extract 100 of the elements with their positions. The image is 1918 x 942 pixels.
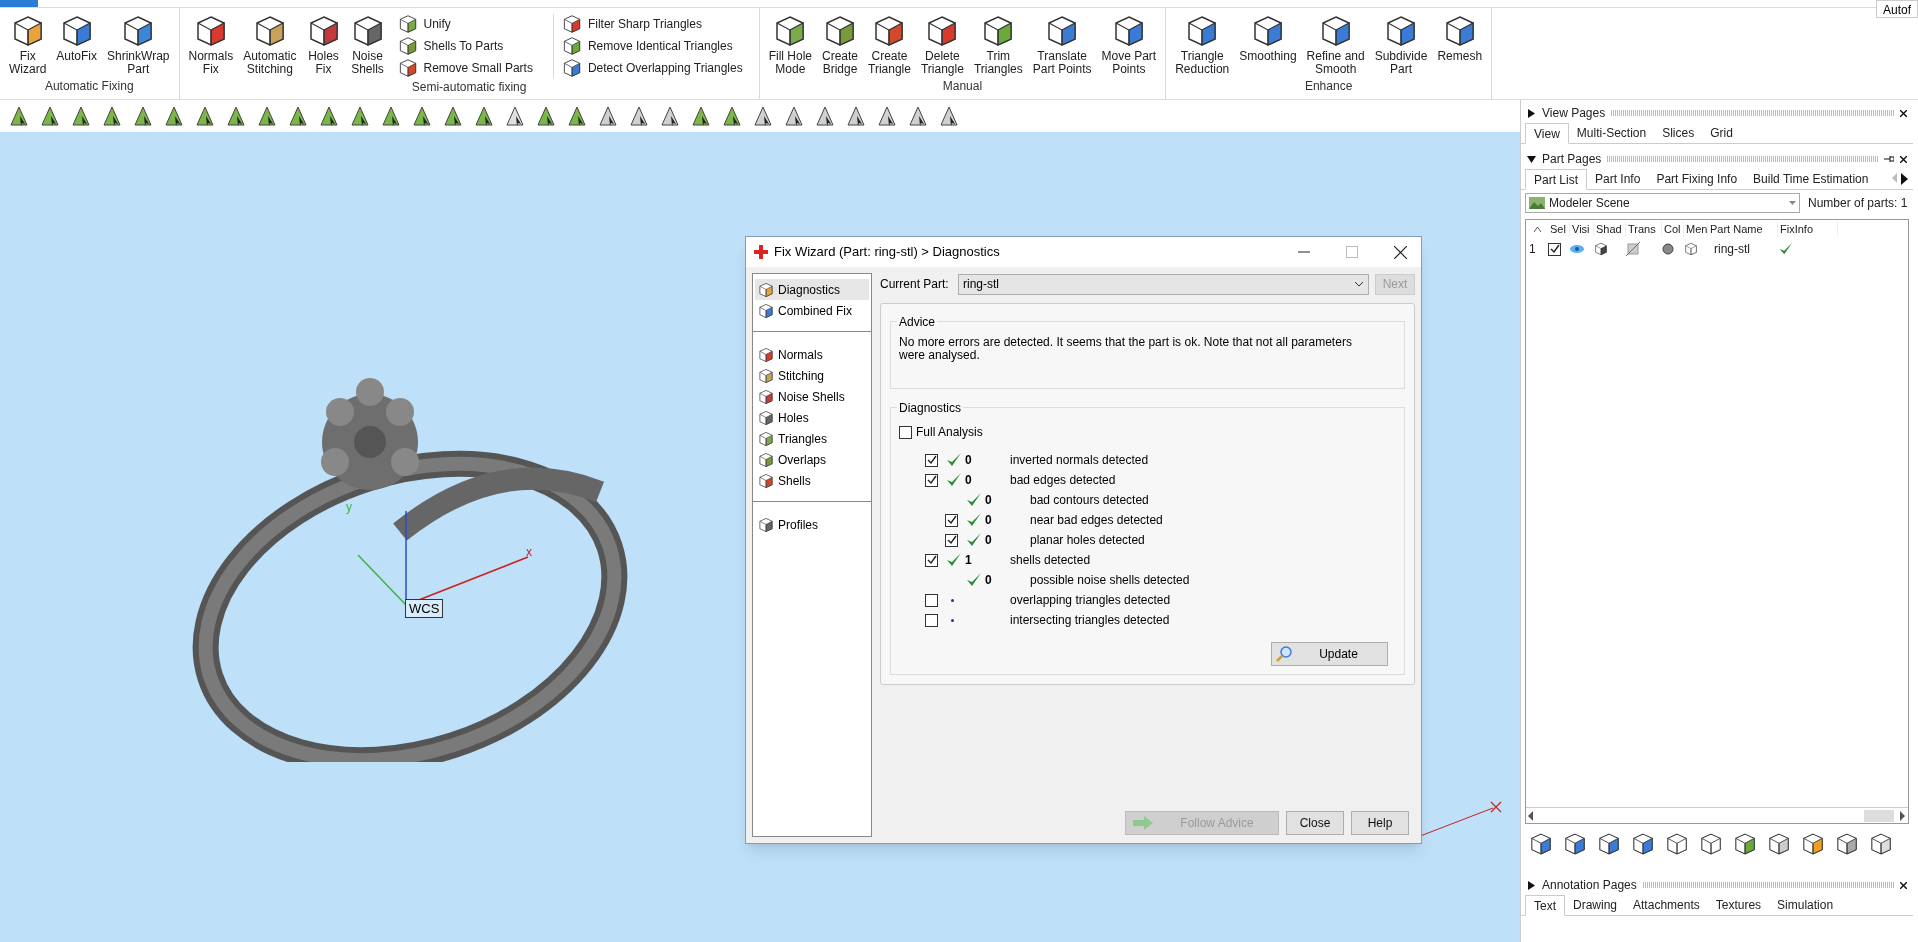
eye-icon[interactable] (1570, 244, 1584, 254)
ribbon-button[interactable]: Noise Shells (345, 14, 390, 76)
checkbox[interactable] (925, 453, 938, 467)
triangle-icon[interactable] (349, 105, 371, 127)
nav-item[interactable]: Normals (755, 344, 869, 365)
close-icon[interactable] (1900, 109, 1907, 117)
panel-tab[interactable]: Build Time Estimation (1745, 168, 1877, 189)
panel-header[interactable]: Annotation Pages (1521, 876, 1913, 894)
column-header[interactable]: Trans (1626, 220, 1662, 238)
triangle-icon[interactable] (8, 105, 30, 127)
column-header[interactable]: Sel (1548, 220, 1570, 238)
checkbox[interactable] (925, 473, 938, 487)
nav-item[interactable]: Overlaps (755, 449, 869, 470)
panel-tab[interactable]: Text (1525, 895, 1565, 916)
ribbon-button[interactable]: Create Bridge (817, 14, 864, 76)
triangle-icon[interactable] (132, 105, 154, 127)
ribbon-button[interactable]: Fill Hole Mode (763, 14, 817, 76)
panel-tab[interactable]: Part List (1525, 169, 1587, 190)
triangle-icon[interactable] (504, 105, 526, 127)
triangle-icon[interactable] (597, 105, 619, 127)
triangle-icon[interactable] (721, 105, 743, 127)
ribbon-button[interactable]: Delete Triangle (915, 14, 969, 76)
triangle-icon[interactable] (256, 105, 278, 127)
ribbon-button[interactable]: Move Part Points (1096, 14, 1162, 76)
panel-tab[interactable]: Grid (1702, 122, 1741, 143)
color-dot-icon[interactable] (1662, 243, 1674, 255)
panel-tab[interactable]: Slices (1654, 122, 1703, 143)
panel-tab[interactable]: Attachments (1625, 894, 1708, 915)
triangle-icon[interactable] (101, 105, 123, 127)
triangle-icon[interactable] (845, 105, 867, 127)
triangle-icon[interactable] (907, 105, 929, 127)
ribbon-button[interactable]: Holes Fix (301, 14, 346, 76)
column-header[interactable]: Col (1662, 220, 1684, 238)
checkbox[interactable] (899, 425, 912, 439)
nav-item[interactable]: Combined Fix (755, 300, 869, 321)
column-header[interactable]: Shad (1594, 220, 1626, 238)
ribbon-small-button[interactable]: Filter Sharp Triangles (561, 14, 743, 34)
panel-tab[interactable]: Drawing (1565, 894, 1626, 915)
checkbox[interactable] (925, 613, 938, 627)
triangle-icon[interactable] (876, 105, 898, 127)
ribbon-button[interactable]: Remesh (1432, 14, 1488, 63)
nav-item[interactable]: Diagnostics (755, 279, 869, 300)
transparency-icon[interactable] (1626, 242, 1640, 256)
triangle-icon[interactable] (411, 105, 433, 127)
panel-tab[interactable]: Textures (1707, 894, 1770, 915)
checkbox[interactable] (945, 513, 958, 527)
pin-icon[interactable] (1884, 155, 1894, 163)
column-header[interactable]: FixInfo (1778, 220, 1838, 238)
triangle-icon[interactable] (690, 105, 712, 127)
expander-icon[interactable] (1527, 108, 1536, 118)
triangle-icon[interactable] (659, 105, 681, 127)
ribbon-button[interactable]: Fix Wizard (4, 14, 52, 76)
ribbon-small-button[interactable]: Remove Small Parts (397, 58, 533, 78)
column-header[interactable]: Men (1684, 220, 1708, 238)
scene-dropdown[interactable]: Modeler Scene (1525, 193, 1800, 213)
expander-icon[interactable] (1527, 154, 1536, 164)
nav-item[interactable]: Noise Shells (755, 386, 869, 407)
panel-tab[interactable]: View (1525, 123, 1569, 144)
ribbon-button[interactable]: Trim Triangles (968, 14, 1028, 76)
ribbon-small-button[interactable]: Shells To Parts (397, 36, 533, 56)
triangle-icon[interactable] (287, 105, 309, 127)
nav-item[interactable]: Stitching (755, 365, 869, 386)
triangle-icon[interactable] (752, 105, 774, 127)
triangle-icon[interactable] (39, 105, 61, 127)
triangle-icon[interactable] (938, 105, 960, 127)
ribbon-button[interactable]: Create Triangle (863, 14, 916, 76)
ribbon-small-button[interactable]: Unify (397, 14, 533, 34)
top-right-tab[interactable]: Autof (1875, 0, 1918, 18)
sort-icon[interactable] (1533, 226, 1541, 232)
panel-tab[interactable]: Part Fixing Info (1648, 168, 1746, 189)
select-checkbox[interactable] (1548, 242, 1561, 256)
ribbon-button[interactable]: Triangle Reduction (1170, 14, 1235, 76)
ribbon-button[interactable]: AutoFix (51, 14, 103, 63)
close-icon[interactable] (1900, 155, 1907, 163)
horizontal-scrollbar[interactable] (1526, 807, 1908, 823)
panel-header[interactable]: View Pages (1521, 104, 1913, 122)
checkbox[interactable] (925, 593, 938, 607)
column-header[interactable]: Visi (1570, 220, 1594, 238)
scrollbar-thumb[interactable] (1864, 809, 1894, 822)
ribbon-button[interactable]: Automatic Stitching (238, 14, 302, 76)
ribbon-button[interactable]: Translate Part Points (1027, 14, 1097, 76)
checkbox[interactable] (945, 533, 958, 547)
panel-tab[interactable]: Part Info (1587, 168, 1649, 189)
scroll-right-icon[interactable] (1900, 172, 1909, 186)
ribbon-button[interactable]: Subdivide Part (1369, 14, 1433, 76)
triangle-icon[interactable] (783, 105, 805, 127)
nav-item[interactable]: Holes (755, 407, 869, 428)
close-icon[interactable] (1394, 245, 1407, 259)
panel-header[interactable]: Part Pages (1521, 150, 1913, 168)
ribbon-small-button[interactable]: Detect Overlapping Triangles (561, 58, 743, 78)
scroll-left-icon[interactable] (1528, 810, 1534, 821)
column-header[interactable]: Part Name (1708, 220, 1778, 238)
footer-button[interactable]: Close (1286, 811, 1344, 835)
ribbon-small-button[interactable]: Remove Identical Triangles (561, 36, 743, 56)
triangle-icon[interactable] (318, 105, 340, 127)
part-dropdown[interactable]: ring-stl (958, 273, 1369, 295)
triangle-icon[interactable] (566, 105, 588, 127)
panel-tab[interactable]: Multi-Section (1568, 122, 1655, 143)
ribbon-button[interactable]: Smoothing (1234, 14, 1302, 63)
triangle-icon[interactable] (70, 105, 92, 127)
